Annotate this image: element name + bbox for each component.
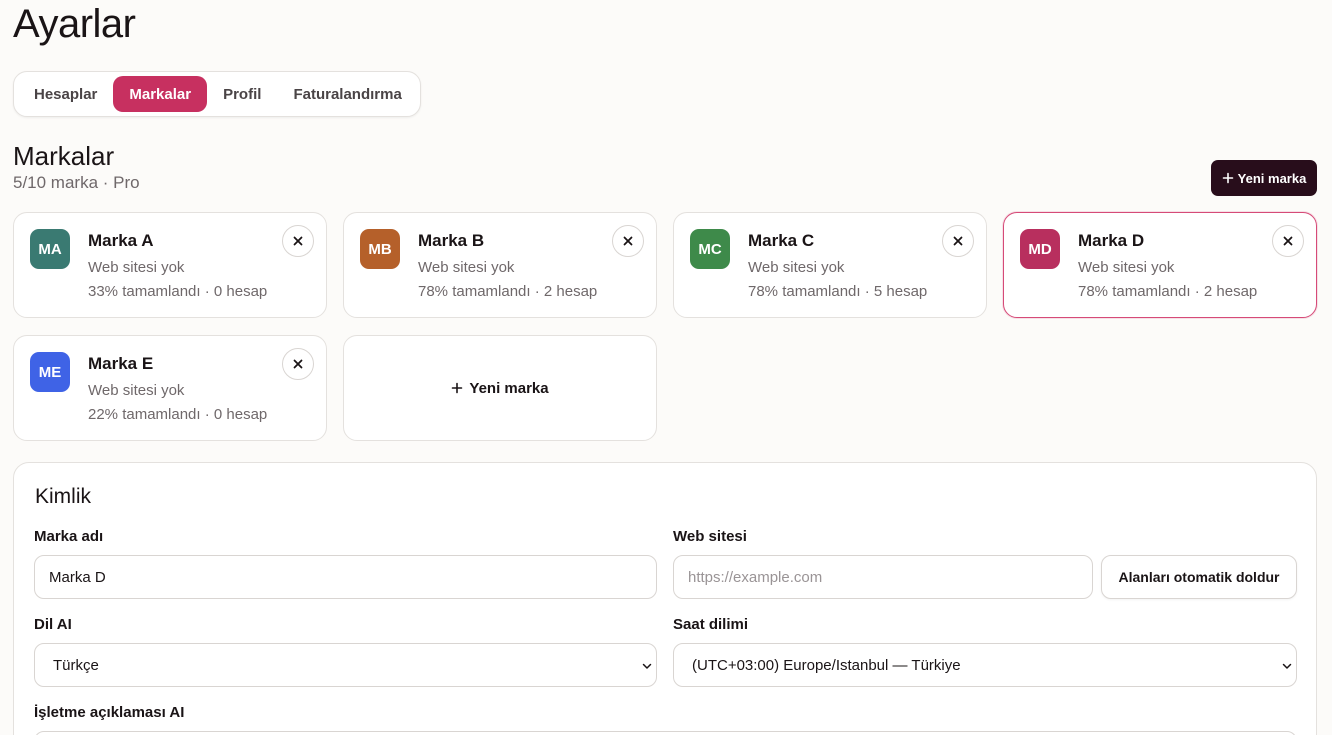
new-brand-button-label: Yeni marka (1237, 170, 1307, 186)
brand-card-d[interactable]: MD Marka D Web sitesi yok 78% tamamlandı… (1003, 212, 1317, 318)
brand-meta: 22% tamamlandı · 0 hesap (88, 406, 268, 423)
brand-card-c[interactable]: MC Marka C Web sitesi yok 78% tamamlandı… (673, 212, 987, 318)
chevron-down-icon (642, 663, 652, 669)
timezone-value: (UTC+03:00) Europe/Istanbul — Türkiye (692, 656, 961, 674)
close-icon (293, 359, 303, 369)
brand-name: Marka B (418, 231, 485, 250)
delete-brand-button[interactable] (282, 225, 314, 257)
chevron-down-icon (1282, 663, 1292, 669)
brand-name: Marka A (88, 231, 154, 250)
new-brand-button[interactable]: Yeni marka (1211, 160, 1317, 196)
delete-brand-button[interactable] (942, 225, 974, 257)
brand-avatar: MD (1020, 229, 1060, 269)
brands-section-title: Markalar (13, 141, 115, 171)
timezone-label: Saat dilimi (673, 616, 749, 633)
tab-accounts[interactable]: Hesaplar (18, 76, 113, 112)
language-select[interactable]: Türkçe (34, 643, 657, 687)
close-icon (1283, 236, 1293, 246)
identity-panel: Kimlik Marka adı Web sitesi Alanları oto… (13, 462, 1317, 735)
brand-avatar: MA (30, 229, 70, 269)
brand-meta: 33% tamamlandı · 0 hesap (88, 283, 268, 300)
brand-website: Web sitesi yok (88, 382, 185, 399)
identity-title: Kimlik (35, 485, 91, 508)
brand-meta: 78% tamamlandı · 5 hesap (748, 283, 928, 300)
brand-avatar: MB (360, 229, 400, 269)
brand-meta: 78% tamamlandı · 2 hesap (1078, 283, 1258, 300)
page-title: Ayarlar (13, 2, 136, 46)
description-textarea[interactable] (34, 731, 1297, 735)
brand-website: Web sitesi yok (1078, 259, 1175, 276)
brand-name: Marka C (748, 231, 815, 250)
brand-name-label: Marka adı (34, 528, 104, 545)
brand-meta: 78% tamamlandı · 2 hesap (418, 283, 598, 300)
brand-website: Web sitesi yok (88, 259, 185, 276)
plus-icon (452, 382, 463, 394)
brand-name-input[interactable] (34, 555, 657, 599)
website-label: Web sitesi (673, 528, 747, 545)
delete-brand-button[interactable] (1272, 225, 1304, 257)
close-icon (623, 236, 633, 246)
brands-quota: 5/10 marka · Pro (13, 173, 140, 192)
delete-brand-button[interactable] (282, 348, 314, 380)
autofill-button[interactable]: Alanları otomatik doldur (1101, 555, 1297, 599)
brand-avatar: ME (30, 352, 70, 392)
close-icon (953, 236, 963, 246)
close-icon (293, 236, 303, 246)
brand-name: Marka D (1078, 231, 1145, 250)
brand-avatar: MC (690, 229, 730, 269)
language-value: Türkçe (53, 656, 99, 674)
brand-card-b[interactable]: MB Marka B Web sitesi yok 78% tamamlandı… (343, 212, 657, 318)
timezone-select[interactable]: (UTC+03:00) Europe/Istanbul — Türkiye (673, 643, 1297, 687)
add-brand-label: Yeni marka (469, 379, 549, 397)
settings-tabs: Hesaplar Markalar Profil Faturalandırma (13, 71, 421, 117)
tab-profile[interactable]: Profil (207, 76, 277, 112)
delete-brand-button[interactable] (612, 225, 644, 257)
language-label: Dil AI (34, 616, 72, 633)
brand-website: Web sitesi yok (418, 259, 515, 276)
tab-billing[interactable]: Faturalandırma (277, 76, 417, 112)
description-label: İşletme açıklaması AI (34, 704, 185, 721)
add-brand-card[interactable]: Yeni marka (343, 335, 657, 441)
brand-website: Web sitesi yok (748, 259, 845, 276)
plus-icon (1222, 172, 1233, 184)
brand-card-a[interactable]: MA Marka A Web sitesi yok 33% tamamlandı… (13, 212, 327, 318)
brand-card-e[interactable]: ME Marka E Web sitesi yok 22% tamamlandı… (13, 335, 327, 441)
brand-name: Marka E (88, 354, 154, 373)
website-input[interactable] (673, 555, 1093, 599)
tab-brands[interactable]: Markalar (113, 76, 208, 112)
